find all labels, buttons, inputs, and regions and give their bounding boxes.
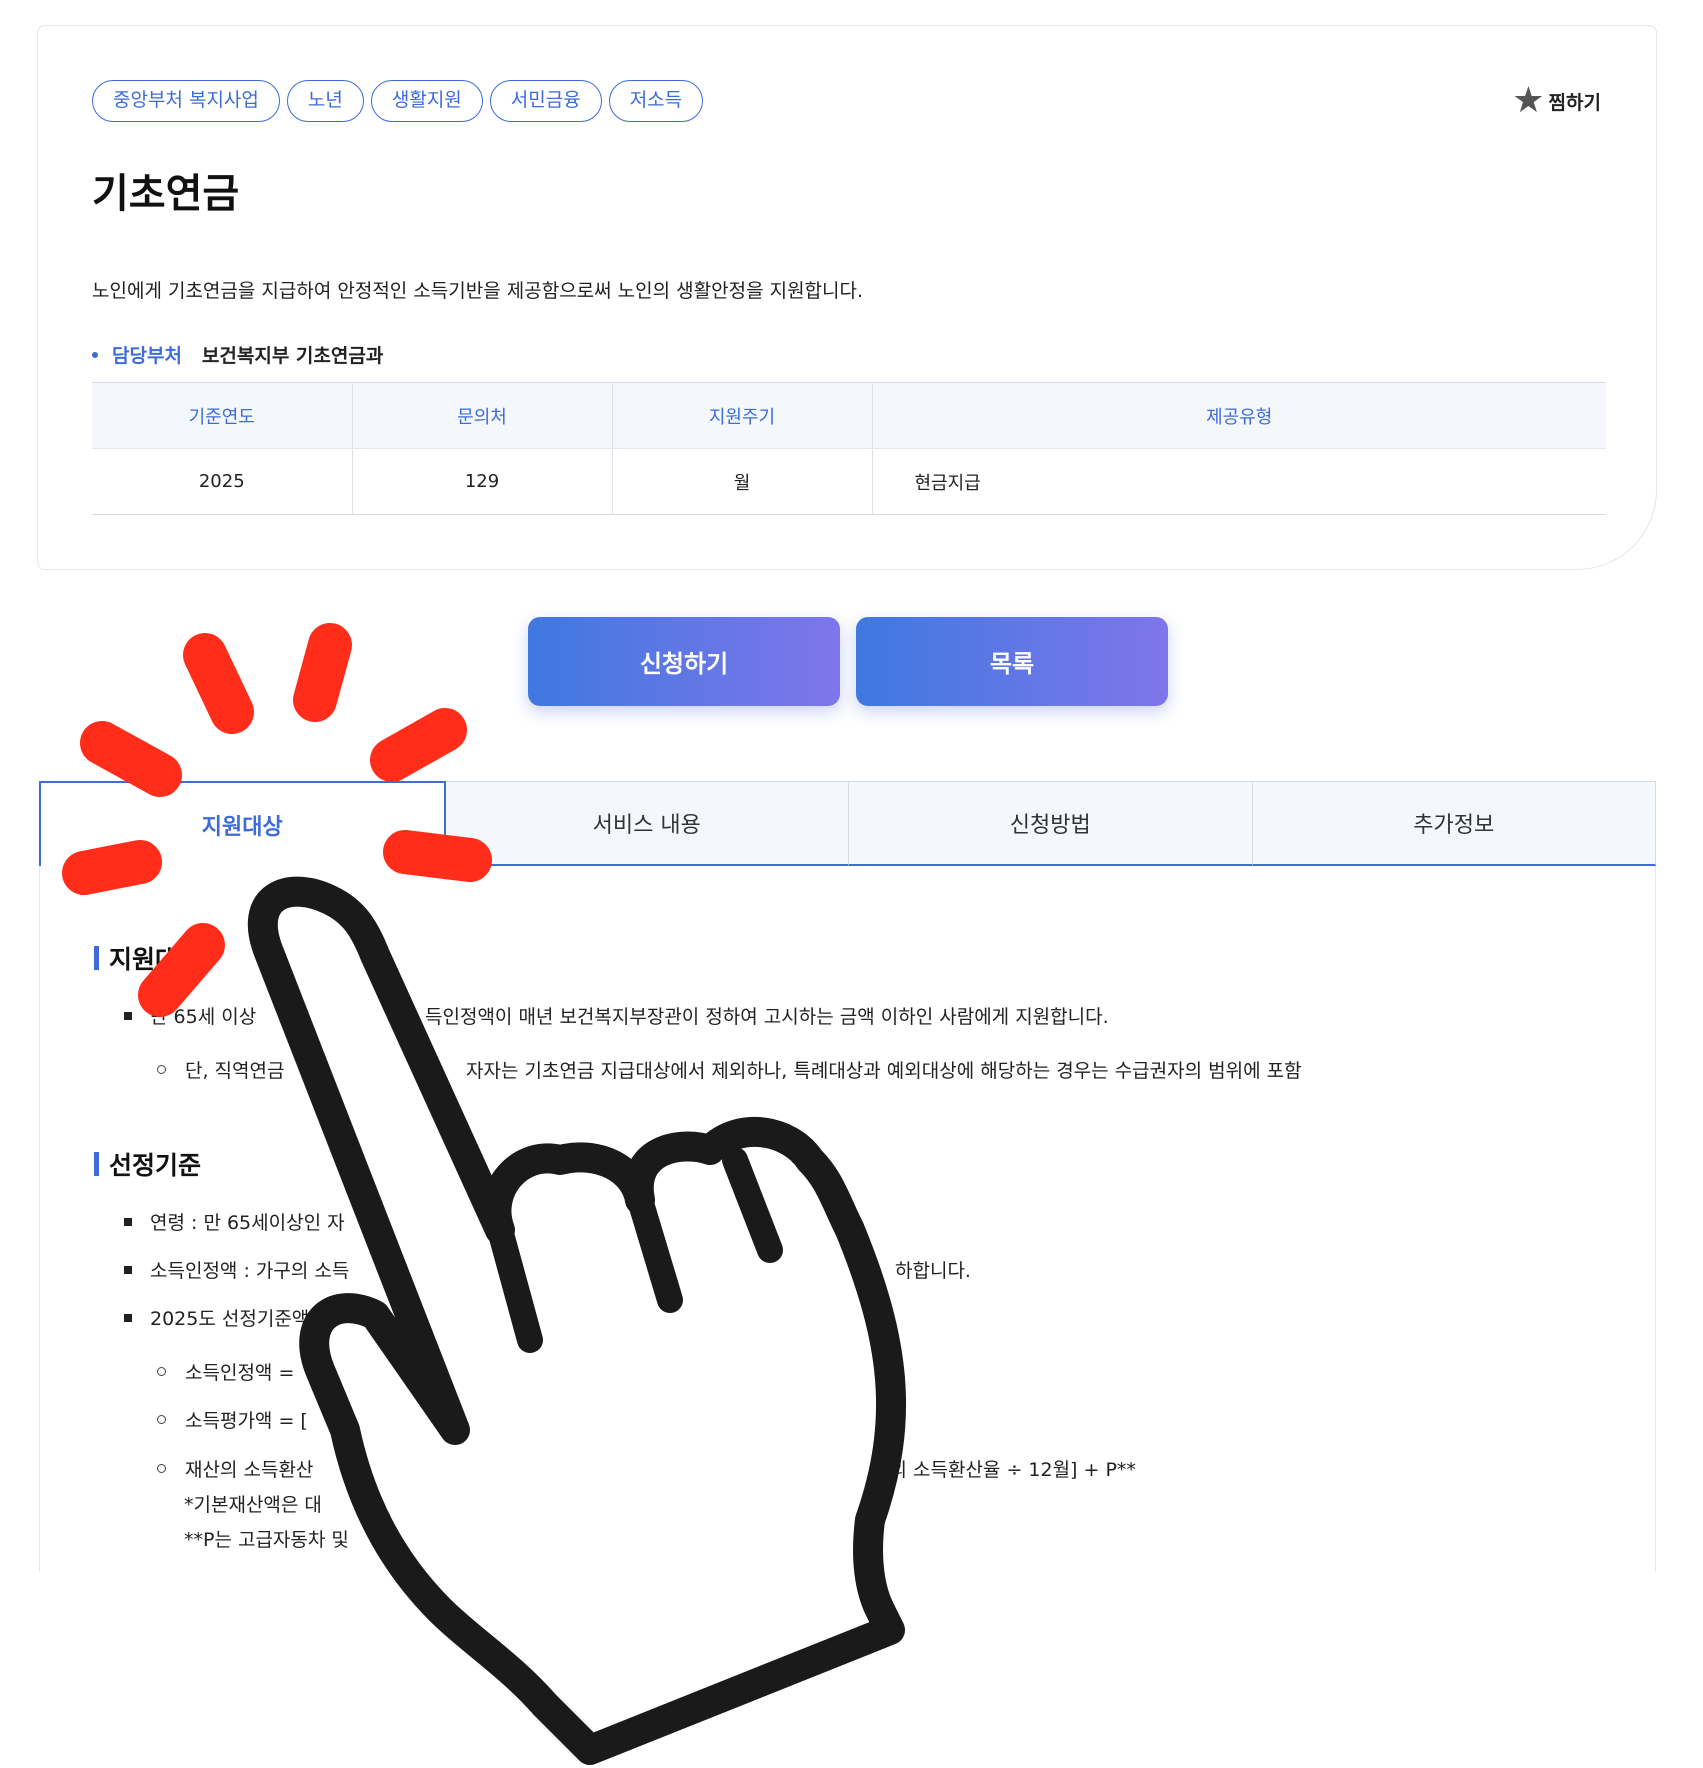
list-item-text: 만 65세 이상 [150, 1006, 257, 1028]
square-bullet [124, 1217, 132, 1226]
list-item-text: 하합니다. [895, 1260, 971, 1282]
circle-bullet [157, 1065, 166, 1074]
square-bullet [124, 1313, 132, 1322]
cell-cycle: 월 [612, 448, 873, 515]
sub-item-text: 소득평가액 = [ [185, 1410, 308, 1432]
sub-list-item-continued: 산의 소득환산율 ÷ 12월] + P** [872, 1455, 1136, 1482]
list-item-text: 득인정액이 매년 보건복지부장관이 정하여 고시하는 금액 이하인 사람에게 지… [425, 1006, 1109, 1028]
list-button[interactable]: 목록 [856, 617, 1168, 706]
tag-microfinance[interactable]: 서민금융 [489, 80, 602, 122]
apply-button[interactable]: 신청하기 [528, 617, 840, 706]
list-item-text: 2025도 선정기준액은 단독 [150, 1308, 368, 1330]
list-item: 소득인정액 : 가구의 소득 [124, 1256, 349, 1283]
list-item: 만 65세 이상 [124, 1002, 256, 1029]
square-bullet [124, 1265, 132, 1274]
department-value: 보건복지부 기초연금과 [201, 345, 384, 367]
cell-type: 현금지급 [872, 448, 1606, 515]
section-criteria-heading: 선정기준 [94, 1146, 201, 1182]
tab-how-to-apply[interactable]: 신청방법 [849, 781, 1253, 866]
table-row: 2025 129 월 현금지급 [92, 448, 1606, 515]
cell-contact: 129 [352, 448, 613, 515]
section-eligibility-title: 지원대 [109, 945, 179, 974]
circle-bullet [157, 1464, 166, 1473]
sub-list-item: 소득평가액 = [ [157, 1406, 308, 1433]
department-row: 담당부처 보건복지부 기초연금과 [92, 341, 383, 368]
sub-list-item: 소득인정액 = [157, 1358, 294, 1385]
header-cycle: 지원주기 [612, 382, 873, 449]
service-summary-card: 중앙부처 복지사업 노년 생활지원 서민금융 저소득 ★ 찜하기 기초연금 노인… [37, 25, 1657, 570]
list-item-continued: 득인정액이 매년 보건복지부장관이 정하여 고시하는 금액 이하인 사람에게 지… [425, 1002, 1109, 1029]
header-contact: 문의처 [352, 382, 613, 449]
section-criteria-title: 선정기준 [109, 1151, 202, 1180]
tag-senior[interactable]: 노년 [286, 80, 364, 122]
sub-item-text: 자자는 기초연금 지급대상에서 제외하나, 특례대상과 예외대상에 해당하는 경… [466, 1060, 1302, 1082]
bullet-dot [92, 351, 98, 358]
circle-bullet [157, 1415, 166, 1424]
list-item-text: 소득인정액 : 가구의 소득 [150, 1260, 350, 1282]
sub-list-item: 재산의 소득환산 [157, 1455, 313, 1482]
header-year: 기준연도 [92, 382, 353, 449]
tab-eligibility[interactable]: 지원대상 [39, 781, 446, 866]
list-item-continued: 하합니다. [895, 1256, 971, 1283]
sub-list-item-continued: 자자는 기초연금 지급대상에서 제외하나, 특례대상과 예외대상에 해당하는 경… [466, 1056, 1302, 1083]
category-tags: 중앙부처 복지사업 노년 생활지원 서민금융 저소득 [92, 80, 704, 122]
department-label: 담당부처 [112, 345, 182, 367]
tag-low-income[interactable]: 저소득 [608, 80, 704, 122]
service-description: 노인에게 기초연금을 지급하여 안정적인 소득기반을 제공함으로써 노인의 생활… [92, 280, 864, 302]
tag-central-welfare[interactable]: 중앙부처 복지사업 [92, 80, 280, 122]
tab-additional-info[interactable]: 추가정보 [1252, 781, 1656, 866]
header-type: 제공유형 [872, 382, 1606, 449]
page-title: 기초연금 [92, 171, 240, 217]
list-item: 2025도 선정기준액은 단독 [124, 1304, 368, 1331]
tab-service-content[interactable]: 서비스 내용 [445, 781, 849, 866]
list-item: 연령 : 만 65세이상인 자 [124, 1208, 345, 1235]
table-header-row: 기준연도 문의처 지원주기 제공유형 [92, 382, 1606, 449]
footnote: **P는 고급자동차 및 [184, 1529, 349, 1551]
service-info-table: 기준연도 문의처 지원주기 제공유형 2025 129 월 현금지급 [92, 382, 1606, 515]
tab-content-panel: 지원대 만 65세 이상 득인정액이 매년 보건복지부장관이 정하여 고시하는 … [39, 866, 1656, 1571]
square-bullet [124, 1011, 132, 1020]
detail-tabs: 지원대상 서비스 내용 신청방법 추가정보 [39, 781, 1656, 866]
heading-bar [94, 946, 99, 970]
sub-item-text: 단, 직역연금 [185, 1060, 285, 1082]
favorite-button[interactable]: ★ 찜하기 [1512, 80, 1601, 122]
star-icon: ★ [1512, 80, 1545, 121]
section-eligibility-heading: 지원대 [94, 940, 178, 976]
footnote: *기본재산액은 대 [184, 1494, 322, 1516]
heading-bar [94, 1152, 99, 1176]
tag-living-support[interactable]: 생활지원 [370, 80, 483, 122]
sub-item-text: 재산의 소득환산 [185, 1459, 314, 1481]
cell-year: 2025 [92, 448, 353, 515]
list-item-text: 연령 : 만 65세이상인 자 [150, 1212, 345, 1234]
sub-item-text: 산의 소득환산율 ÷ 12월] + P** [872, 1459, 1136, 1481]
sub-item-text: 소득인정액 = [185, 1362, 295, 1384]
sub-list-item: 단, 직역연금 [157, 1056, 284, 1083]
circle-bullet [157, 1367, 166, 1376]
favorite-label: 찜하기 [1548, 91, 1601, 114]
